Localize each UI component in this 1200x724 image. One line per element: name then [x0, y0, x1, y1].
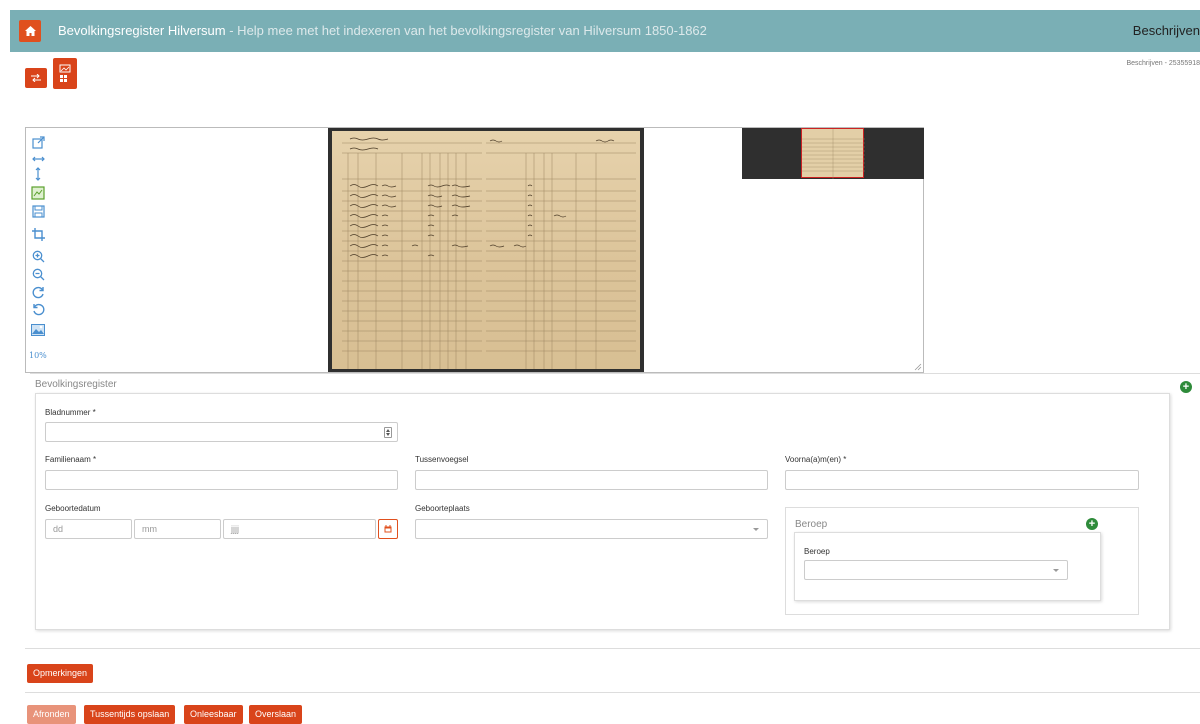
- register-page-image[interactable]: [328, 128, 644, 372]
- navigator-thumbnail[interactable]: [742, 128, 924, 179]
- voornamen-input[interactable]: [785, 470, 1139, 490]
- home-button[interactable]: [19, 20, 41, 42]
- opmerkingen-button[interactable]: Opmerkingen: [27, 664, 94, 683]
- tussenvoegsel-input[interactable]: [415, 470, 768, 490]
- chevron-down-icon: [753, 528, 759, 531]
- image-grid-icon: [59, 64, 71, 82]
- actions-divider: [25, 692, 1200, 693]
- crop-button[interactable]: [30, 226, 46, 242]
- image-adjust-button[interactable]: [30, 322, 46, 338]
- voornamen-label: Voorna(a)m(en) *: [785, 455, 847, 464]
- fit-height-icon: [35, 167, 41, 181]
- month-placeholder: mm: [142, 524, 157, 534]
- afronden-button[interactable]: Afronden: [27, 705, 76, 724]
- home-icon: [24, 26, 36, 36]
- plus-icon: +: [1182, 381, 1190, 393]
- open-external-icon: [31, 135, 45, 149]
- project-title[interactable]: Bevolkingsregister Hilversum: [58, 23, 226, 38]
- rotate-right-icon: [32, 286, 44, 298]
- bladnummer-input[interactable]: [45, 422, 398, 442]
- register-left-page: [332, 131, 486, 369]
- number-spinner-icon[interactable]: [384, 427, 392, 438]
- fit-width-button[interactable]: [30, 151, 46, 167]
- save-image-button[interactable]: [30, 203, 46, 219]
- section-divider: [30, 373, 1200, 374]
- viewer-toolbar: 10%: [26, 128, 50, 372]
- onleesbaar-button[interactable]: Onleesbaar: [184, 705, 243, 724]
- beroep-entry: Beroep: [794, 532, 1101, 601]
- day-placeholder: dd: [53, 524, 64, 534]
- bladnummer-label: Bladnummer *: [45, 408, 96, 417]
- rotate-right-button[interactable]: [30, 284, 46, 300]
- fit-width-icon: [31, 156, 45, 162]
- rotate-left-button[interactable]: [30, 301, 46, 317]
- swap-arrows-icon: [31, 74, 41, 82]
- navigator-viewport[interactable]: [801, 128, 865, 179]
- year-placeholder: jjjj: [231, 524, 239, 534]
- image-adjust-icon: [31, 324, 45, 336]
- zoom-in-icon: [32, 250, 44, 262]
- resize-handle-icon[interactable]: [914, 363, 922, 371]
- switch-layout-button[interactable]: [25, 68, 47, 88]
- crop-icon: [31, 227, 45, 241]
- fit-page-button[interactable]: [30, 185, 46, 201]
- open-external-button[interactable]: [30, 134, 46, 150]
- calendar-icon: [384, 525, 392, 533]
- section-title: Bevolkingsregister: [35, 379, 117, 390]
- overslaan-button[interactable]: Overslaan: [249, 705, 303, 724]
- geboorteplaats-select[interactable]: [415, 519, 768, 539]
- familienaam-input[interactable]: [45, 470, 398, 490]
- fit-height-button[interactable]: [30, 166, 46, 182]
- tussentijds-opslaan-button[interactable]: Tussentijds opslaan: [84, 705, 176, 724]
- plus-icon: +: [1088, 518, 1096, 530]
- date-picker-button[interactable]: [378, 519, 398, 539]
- add-beroep-button[interactable]: +: [1086, 518, 1098, 530]
- top-navbar: Bevolkingsregister Hilversum - Help mee …: [10, 10, 1200, 52]
- zoom-out-button[interactable]: [30, 266, 46, 282]
- image-viewer[interactable]: 10%: [25, 127, 924, 373]
- birth-year-input[interactable]: jjjj: [223, 519, 376, 539]
- app-title: Bevolkingsregister Hilversum - Help mee …: [58, 23, 707, 38]
- fit-page-icon: [31, 186, 45, 200]
- zoom-in-button[interactable]: [30, 248, 46, 264]
- add-record-button[interactable]: +: [1180, 381, 1192, 393]
- remarks-divider: [25, 648, 1200, 649]
- zoom-out-icon: [32, 268, 44, 280]
- record-form: Bladnummer * Familienaam * Tussenvoegsel…: [35, 393, 1170, 630]
- birth-day-input[interactable]: dd: [45, 519, 132, 539]
- geboortedatum-label: Geboortedatum: [45, 504, 101, 513]
- task-info: Beschrijven - 25355918: [1126, 60, 1200, 67]
- image-grid-layout-button[interactable]: [53, 58, 77, 89]
- mode-label[interactable]: Beschrijven: [1133, 23, 1200, 38]
- familienaam-label: Familienaam *: [45, 455, 97, 464]
- project-subtitle: - Help mee met het indexeren van het bev…: [225, 23, 707, 38]
- geboorteplaats-label: Geboorteplaats: [415, 504, 470, 513]
- tussenvoegsel-label: Tussenvoegsel: [415, 455, 469, 464]
- beroep-select[interactable]: [804, 560, 1068, 580]
- chevron-down-icon: [1053, 569, 1059, 572]
- beroep-group-title: Beroep: [795, 519, 828, 530]
- birth-month-input[interactable]: mm: [134, 519, 221, 539]
- zoom-level: 10%: [29, 351, 47, 360]
- beroep-label: Beroep: [804, 547, 830, 556]
- register-right-page: [486, 131, 640, 369]
- rotate-left-icon: [32, 303, 44, 315]
- save-icon: [31, 204, 45, 218]
